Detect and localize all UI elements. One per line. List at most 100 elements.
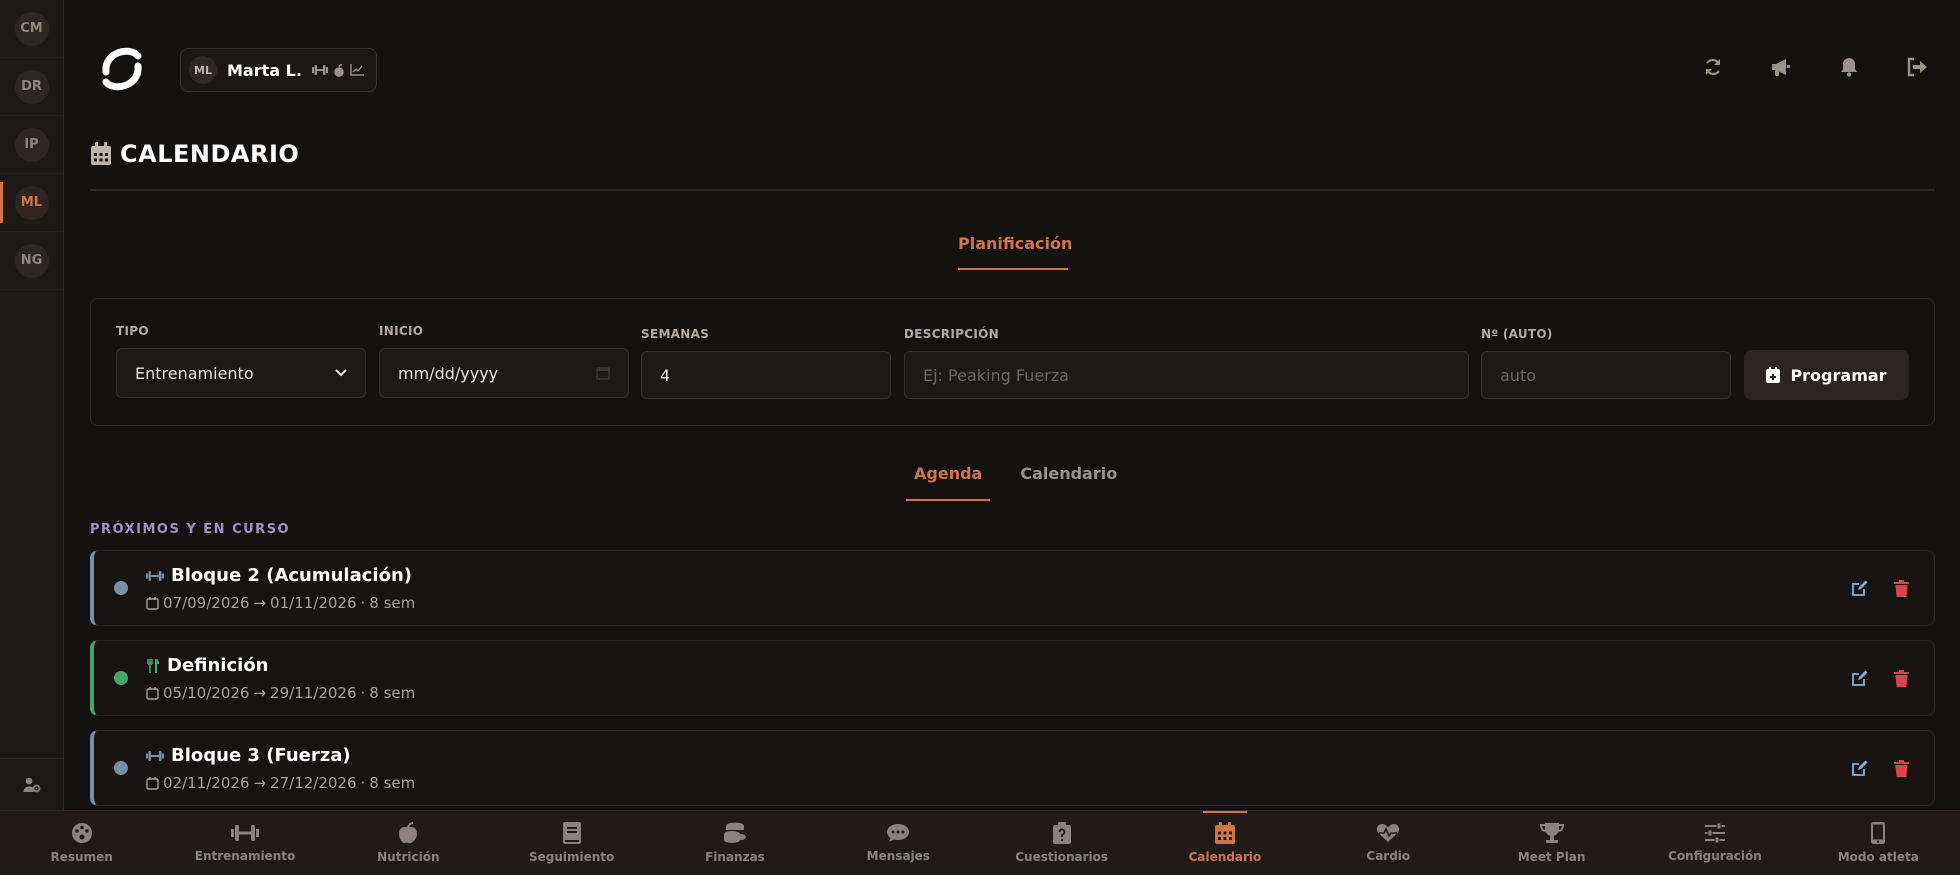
programar-button[interactable]: Programar bbox=[1744, 350, 1909, 400]
dumbbell-icon bbox=[230, 825, 259, 841]
client-name: Marta L. bbox=[227, 60, 302, 80]
edit-button[interactable] bbox=[1850, 759, 1868, 777]
book-icon bbox=[562, 822, 581, 844]
calendar-icon bbox=[1214, 822, 1235, 844]
inicio-label: INICIO bbox=[379, 324, 424, 338]
descripcion-field: DESCRIPCIÓN Ej: Peaking Fuerza bbox=[904, 327, 1469, 399]
end-date: 27/12/2026 bbox=[270, 774, 357, 792]
nav-label: Cardio bbox=[1366, 849, 1411, 863]
nav-meet-plan[interactable]: Meet Plan bbox=[1470, 811, 1633, 875]
end-date: 29/11/2026 bbox=[270, 684, 357, 702]
nav-label: Modo atleta bbox=[1837, 850, 1919, 864]
card-actions bbox=[1850, 669, 1910, 687]
semanas-label: SEMANAS bbox=[641, 327, 710, 341]
inicio-date-input[interactable]: mm/dd/yyyy bbox=[379, 348, 629, 398]
mobile-icon bbox=[1871, 822, 1886, 844]
user-settings-button[interactable] bbox=[0, 758, 64, 810]
descripcion-placeholder: Ej: Peaking Fuerza bbox=[923, 365, 1069, 385]
announcements-button[interactable] bbox=[1770, 56, 1792, 78]
weeks: 8 sem bbox=[369, 684, 416, 702]
semanas-input[interactable]: 4 bbox=[641, 351, 891, 399]
edit-button[interactable] bbox=[1850, 579, 1868, 597]
separator: · bbox=[360, 684, 366, 702]
bell-icon bbox=[1841, 58, 1857, 77]
section-heading: PRÓXIMOS Y EN CURSO bbox=[90, 522, 291, 537]
tipo-label: TIPO bbox=[116, 324, 149, 338]
refresh-button[interactable] bbox=[1702, 56, 1724, 78]
nav-configuracion[interactable]: Configuración bbox=[1633, 811, 1796, 875]
nav-mensajes[interactable]: Mensajes bbox=[817, 811, 980, 875]
tipo-value: Entrenamiento bbox=[135, 363, 254, 383]
start-date: 07/09/2026 bbox=[163, 594, 250, 612]
dumbbell-icon bbox=[146, 750, 164, 761]
card-actions bbox=[1850, 759, 1910, 777]
apple-icon bbox=[334, 63, 344, 77]
tipo-select[interactable]: Entrenamiento bbox=[116, 348, 366, 398]
chart-line-icon bbox=[350, 64, 364, 76]
rail-client-dr[interactable]: DR bbox=[0, 58, 63, 116]
client-services bbox=[311, 63, 364, 77]
nav-label: Entrenamiento bbox=[194, 849, 296, 863]
heart-pulse-icon bbox=[1377, 824, 1400, 842]
card-dates: 02/11/2026 → 27/12/2026 · 8 sem bbox=[146, 774, 415, 792]
list-item[interactable]: Bloque 3 (Fuerza) 02/11/2026 → 27/12/202… bbox=[90, 730, 1935, 806]
nav-label: Meet Plan bbox=[1517, 850, 1586, 864]
bottom-nav: Resumen Entrenamiento Nutrición Seguimie… bbox=[0, 810, 1960, 875]
inicio-value: mm/dd/yyyy bbox=[398, 363, 499, 383]
edit-button[interactable] bbox=[1850, 669, 1868, 687]
list-item[interactable]: Bloque 2 (Acumulación) 07/09/2026 → 01/1… bbox=[90, 550, 1935, 626]
page-title: CALENDARIO bbox=[90, 140, 299, 168]
chevron-down-icon bbox=[335, 369, 347, 377]
card-title: Definición bbox=[167, 655, 269, 676]
card-dates: 07/09/2026 → 01/11/2026 · 8 sem bbox=[146, 594, 415, 612]
nav-calendario[interactable]: Calendario bbox=[1143, 811, 1306, 875]
avatar: CM bbox=[14, 11, 49, 46]
nav-entrenamiento[interactable]: Entrenamiento bbox=[163, 811, 326, 875]
nav-label: Seguimiento bbox=[528, 850, 615, 864]
client-selector[interactable]: ML Marta L. bbox=[180, 48, 377, 92]
dumbbell-icon bbox=[146, 570, 164, 581]
nav-finanzas[interactable]: Finanzas bbox=[653, 811, 816, 875]
nav-cuestionarios[interactable]: Cuestionarios bbox=[980, 811, 1143, 875]
start-date: 05/10/2026 bbox=[163, 684, 250, 702]
delete-button[interactable] bbox=[1892, 669, 1910, 687]
clipboard-question-icon bbox=[1052, 822, 1071, 844]
nav-resumen[interactable]: Resumen bbox=[0, 811, 163, 875]
nav-seguimiento[interactable]: Seguimiento bbox=[490, 811, 653, 875]
nav-nutricion[interactable]: Nutrición bbox=[327, 811, 490, 875]
calendar-icon bbox=[146, 596, 159, 610]
nav-cardio[interactable]: Cardio bbox=[1307, 811, 1470, 875]
rail-client-ml[interactable]: ML bbox=[0, 174, 63, 232]
programar-label: Programar bbox=[1790, 365, 1887, 385]
avatar: IP bbox=[14, 127, 49, 162]
delete-button[interactable] bbox=[1892, 579, 1910, 597]
edit-icon bbox=[1851, 580, 1867, 596]
inicio-field: INICIO mm/dd/yyyy bbox=[379, 324, 629, 398]
calendar-picker-icon[interactable] bbox=[596, 366, 610, 380]
card-title-row: Definición bbox=[146, 655, 269, 676]
rail-client-cm[interactable]: CM bbox=[0, 0, 63, 58]
logout-icon bbox=[1907, 57, 1927, 77]
end-date: 01/11/2026 bbox=[270, 594, 357, 612]
separator: · bbox=[360, 774, 366, 792]
nav-label: Finanzas bbox=[705, 850, 765, 864]
notifications-button[interactable] bbox=[1838, 56, 1860, 78]
weeks: 8 sem bbox=[369, 774, 416, 792]
nav-label: Cuestionarios bbox=[1015, 850, 1109, 864]
tab-planificacion[interactable]: Planificación bbox=[958, 234, 1072, 270]
card-title-row: Bloque 3 (Fuerza) bbox=[146, 745, 351, 766]
logout-button[interactable] bbox=[1906, 56, 1928, 78]
rail-client-ng[interactable]: NG bbox=[0, 232, 63, 290]
delete-button[interactable] bbox=[1892, 759, 1910, 777]
list-item[interactable]: Definición 05/10/2026 → 29/11/2026 · 8 s… bbox=[90, 640, 1935, 716]
numero-input[interactable]: auto bbox=[1481, 351, 1731, 399]
user-gear-icon bbox=[23, 777, 41, 792]
tab-calendario[interactable]: Calendario bbox=[1012, 464, 1125, 501]
card-title: Bloque 3 (Fuerza) bbox=[171, 745, 351, 766]
tab-agenda[interactable]: Agenda bbox=[906, 464, 991, 501]
calendar-plus-icon bbox=[1766, 367, 1781, 383]
rail-client-ip[interactable]: IP bbox=[0, 116, 63, 174]
app-logo[interactable] bbox=[98, 42, 146, 96]
descripcion-input[interactable]: Ej: Peaking Fuerza bbox=[904, 351, 1469, 399]
nav-modo-atleta[interactable]: Modo atleta bbox=[1797, 811, 1960, 875]
